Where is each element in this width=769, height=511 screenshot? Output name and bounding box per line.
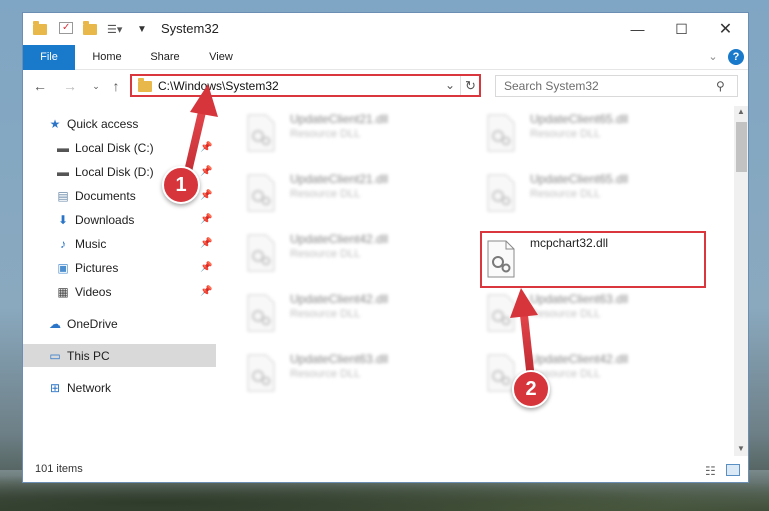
step-2-badge: 2 (512, 370, 550, 408)
step-1-badge: 1 (162, 166, 200, 204)
annotation-arrows (182, 84, 538, 374)
arrow-1 (182, 84, 218, 184)
arrow-2 (510, 288, 538, 374)
